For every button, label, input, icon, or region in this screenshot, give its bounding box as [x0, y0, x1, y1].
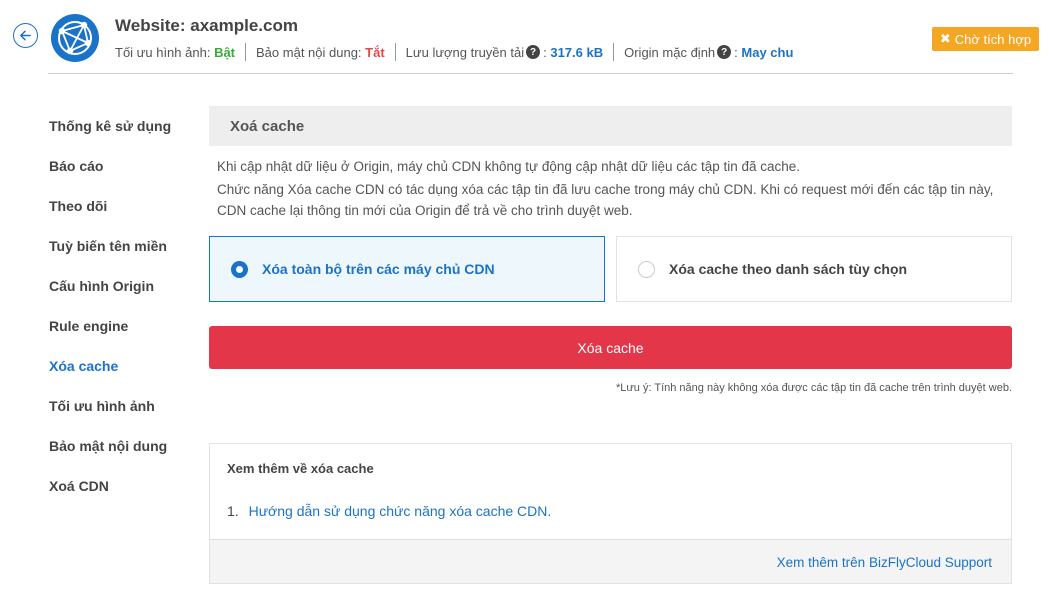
description-line-2: Chức năng Xóa cache CDN có tác dụng xóa … [217, 182, 994, 218]
sidebar: Thống kê sử dụng Báo cáo Theo dõi Tuỳ bi… [49, 106, 199, 506]
traffic-label: Lưu lượng truyền tải [405, 44, 525, 60]
back-button[interactable] [13, 23, 38, 48]
meta-divider [245, 43, 247, 61]
sidebar-item-rule-engine[interactable]: Rule engine [49, 306, 199, 346]
origin-label: Origin mặc định [624, 44, 716, 60]
sidebar-item-clear-cache[interactable]: Xóa cache [49, 346, 199, 386]
globe-network-icon [51, 14, 99, 62]
site-meta-bar: Tối ưu hình ảnh: Bật Bảo mật nội dung: T… [115, 43, 794, 61]
section-title: Xoá cache [209, 106, 1012, 146]
question-icon[interactable]: ? [526, 45, 541, 59]
close-icon: ✖ [939, 31, 951, 46]
traffic-value: 317.6 kB [550, 44, 604, 60]
learn-more-title: Xem thêm về xóa cache [227, 461, 374, 476]
radio-checked-icon[interactable] [231, 260, 248, 278]
option-clear-by-list[interactable]: Xóa cache theo danh sách tùy chọn [616, 236, 1012, 302]
description-line-1: Khi cập nhật dữ liệu ở Origin, máy chủ C… [217, 159, 801, 174]
sidebar-item-monitoring[interactable]: Theo dõi [49, 186, 199, 226]
learn-more-list: 1. Hướng dẫn sử dụng chức năng xóa cache… [210, 489, 1011, 539]
clear-cache-button[interactable]: Xóa cache [209, 326, 1012, 369]
image-opt-label: Tối ưu hình ảnh: [115, 44, 211, 60]
guide-link[interactable]: Hướng dẫn sử dụng chức năng xóa cache CD… [249, 503, 552, 519]
clear-mode-options: Xóa toàn bộ trên các máy chủ CDN Xóa cac… [209, 236, 1012, 302]
list-item-number: 1. [227, 503, 239, 519]
sidebar-item-custom-domain[interactable]: Tuỳ biến tên miền [49, 226, 199, 266]
sidebar-item-delete-cdn[interactable]: Xoá CDN [49, 466, 199, 506]
content-sec-status: Tắt [365, 44, 385, 60]
option-clear-by-list-label: Xóa cache theo danh sách tùy chọn [669, 261, 908, 277]
browser-cache-note: *Lưu ý: Tính năng này không xóa được các… [616, 382, 1012, 394]
meta-divider [613, 43, 615, 61]
radio-unchecked-icon[interactable] [638, 260, 655, 278]
learn-more-panel: Xem thêm về xóa cache 1. Hướng dẫn sử dụ… [209, 443, 1012, 584]
badge-label: Chờ tích hợp [954, 31, 1032, 47]
option-clear-all-label: Xóa toàn bộ trên các máy chủ CDN [262, 261, 495, 277]
pending-integration-badge[interactable]: ✖ Chờ tích hợp [932, 27, 1039, 51]
sidebar-item-reports[interactable]: Báo cáo [49, 146, 199, 186]
sidebar-item-origin-config[interactable]: Cấu hình Origin [49, 266, 199, 306]
learn-more-footer: Xem thêm trên BizFlyCloud Support [210, 539, 1011, 583]
origin-value: May chu [741, 44, 794, 60]
question-icon[interactable]: ? [717, 45, 732, 59]
sidebar-item-content-security[interactable]: Bảo mật nội dung [49, 426, 199, 466]
sidebar-item-usage-stats[interactable]: Thống kê sử dụng [49, 106, 199, 146]
image-opt-status: Bật [214, 44, 236, 60]
arrow-left-icon [20, 30, 31, 41]
option-clear-all[interactable]: Xóa toàn bộ trên các máy chủ CDN [209, 236, 605, 302]
header-divider [48, 73, 1013, 74]
content-sec-label: Bảo mật nội dung: [256, 44, 362, 60]
description: Khi cập nhật dữ liệu ở Origin, máy chủ C… [209, 146, 1012, 221]
page-title: Website: axample.com [115, 16, 298, 35]
meta-divider [394, 43, 396, 61]
main-content: Xoá cache Khi cập nhật dữ liệu ở Origin,… [209, 106, 1012, 584]
sidebar-item-image-optimization[interactable]: Tối ưu hình ảnh [49, 386, 199, 426]
support-link[interactable]: Xem thêm trên BizFlyCloud Support [777, 555, 992, 570]
